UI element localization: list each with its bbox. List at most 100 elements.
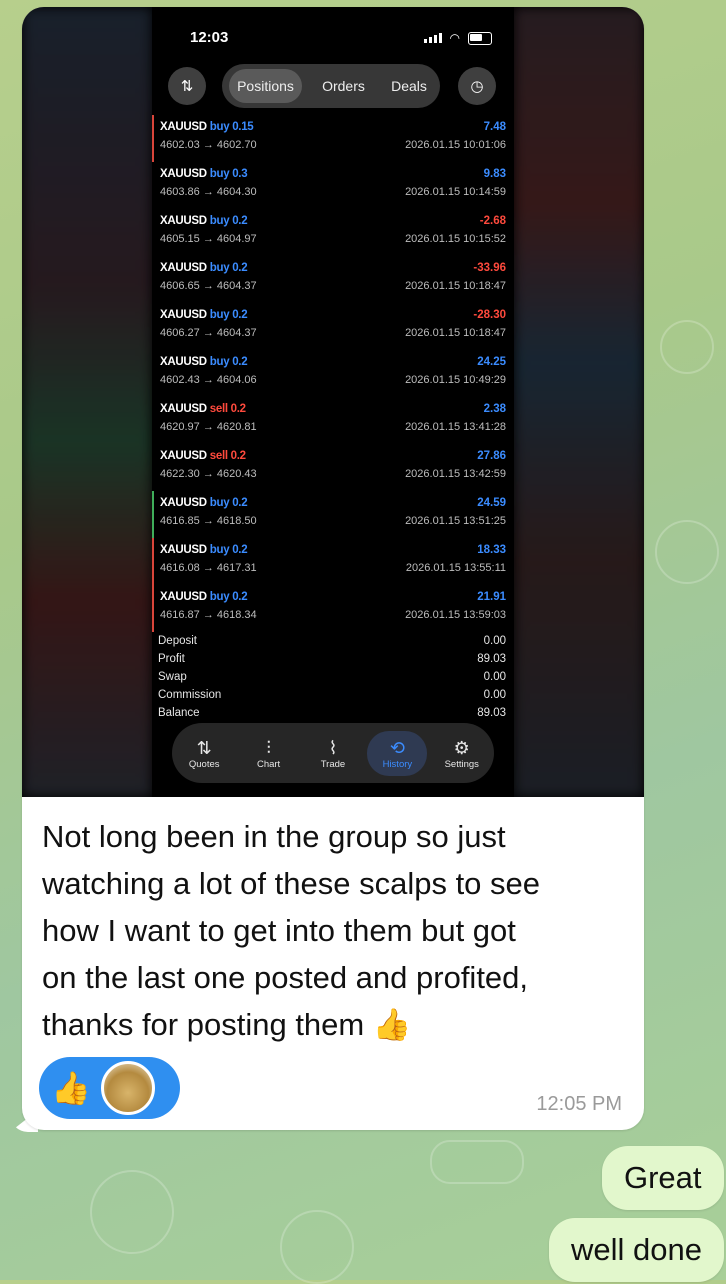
trade-prices: 4620.97 → 4620.81 bbox=[160, 421, 257, 433]
outgoing-message-bubble[interactable]: Great bbox=[602, 1146, 724, 1210]
message-timestamp: 12:05 PM bbox=[536, 1093, 622, 1115]
nav-chart[interactable]: ⫶ Chart bbox=[239, 737, 299, 770]
trade-side: buy 0.3 bbox=[209, 168, 248, 180]
trade-side: buy 0.2 bbox=[209, 497, 248, 509]
status-time: 12:03 bbox=[190, 29, 229, 46]
trade-prices: 4602.43 → 4604.06 bbox=[160, 374, 257, 386]
trade-time: 2026.01.15 13:41:28 bbox=[405, 421, 506, 433]
trade-time: 2026.01.15 13:55:11 bbox=[405, 562, 506, 574]
message-text: Not long been in the group so just watch… bbox=[42, 813, 632, 1048]
tab-orders[interactable]: Orders bbox=[316, 69, 371, 103]
trade-prices: 4616.87 → 4618.34 bbox=[160, 609, 257, 621]
segment-control: Positions Orders Deals bbox=[222, 64, 440, 108]
trade-symbol: XAUUSD buy 0.2 bbox=[160, 215, 248, 227]
nav-label: Quotes bbox=[188, 758, 220, 770]
trade-side: buy 0.2 bbox=[209, 591, 248, 603]
summary-value: 89.03 bbox=[477, 653, 506, 665]
summary-label: Commission bbox=[158, 689, 222, 701]
trade-row[interactable]: XAUUSD sell 0.2 4622.30 → 4620.43 27.86 2026… bbox=[152, 444, 514, 491]
trade-profit: 24.59 bbox=[477, 497, 506, 509]
trade-profit: 9.83 bbox=[483, 168, 506, 180]
trade-row[interactable]: XAUUSD buy 0.2 4606.27 → 4604.37 -28.30 2026… bbox=[152, 303, 514, 350]
trade-profit: -33.96 bbox=[473, 262, 506, 274]
trade-time: 2026.01.15 10:49:29 bbox=[405, 374, 506, 386]
trade-symbol: XAUUSD buy 0.2 bbox=[160, 262, 248, 274]
trade-symbol: XAUUSD buy 0.3 bbox=[160, 168, 248, 180]
trade-side: buy 0.15 bbox=[209, 121, 254, 133]
summary-label: Balance bbox=[158, 707, 200, 719]
wifi-icon: ◠ bbox=[449, 31, 460, 45]
tab-deals[interactable]: Deals bbox=[385, 69, 433, 103]
trade-prices: 4616.08 → 4617.31 bbox=[160, 562, 257, 574]
background-doodle bbox=[90, 1170, 174, 1254]
chart-icon: ⫶ bbox=[266, 737, 271, 758]
trade-row[interactable]: XAUUSD buy 0.2 4616.87 → 4618.34 21.91 2026.… bbox=[152, 585, 514, 632]
clock-icon[interactable]: ◷ bbox=[458, 67, 496, 105]
trade-history-screenshot[interactable]: 12:03 ◠ ⇅ Positions Orders Deals ◷ XAUUS… bbox=[22, 7, 644, 797]
trade-side: buy 0.2 bbox=[209, 544, 248, 556]
trade-side: buy 0.2 bbox=[209, 356, 248, 368]
message-line: on the last one posted and profited, bbox=[42, 960, 529, 995]
nav-label: Trade bbox=[320, 758, 346, 770]
trade-profit: -2.68 bbox=[479, 215, 506, 227]
outgoing-message-text: Great bbox=[624, 1160, 702, 1195]
sort-icon[interactable]: ⇅ bbox=[168, 67, 206, 105]
trade-row[interactable]: XAUUSD buy 0.3 4603.86 → 4604.30 9.83 2026.0… bbox=[152, 162, 514, 209]
trade-row[interactable]: XAUUSD buy 0.2 4616.85 → 4618.50 24.59 2026.… bbox=[152, 491, 514, 538]
reactions-pill[interactable]: 👍 bbox=[39, 1057, 180, 1119]
trade-time: 2026.01.15 13:51:25 bbox=[405, 515, 506, 527]
trade-side: sell 0.2 bbox=[209, 450, 246, 462]
trade-row[interactable]: XAUUSD buy 0.2 4605.15 → 4604.97 -2.68 2026.… bbox=[152, 209, 514, 256]
nav-settings[interactable]: ⚙ Settings bbox=[432, 737, 492, 770]
trade-time: 2026.01.15 13:59:03 bbox=[405, 609, 506, 621]
trade-row[interactable]: XAUUSD buy 0.2 4616.08 → 4617.31 18.33 2026.… bbox=[152, 538, 514, 585]
summary-value: 0.00 bbox=[483, 635, 506, 647]
nav-trade[interactable]: ⌇ Trade bbox=[303, 737, 363, 770]
thumbs-up-reaction: 👍 bbox=[51, 1070, 91, 1106]
trade-profit: 18.33 bbox=[477, 544, 506, 556]
trade-symbol: XAUUSD sell 0.2 bbox=[160, 450, 246, 462]
nav-quotes[interactable]: ⇅ Quotes bbox=[174, 737, 234, 770]
background-doodle bbox=[655, 520, 719, 584]
account-summary: Deposit 0.00 Profit 89.03 Swap 0.00 Commission… bbox=[158, 635, 506, 725]
trade-prices: 4603.86 → 4604.30 bbox=[160, 186, 257, 198]
trade-row[interactable]: XAUUSD sell 0.2 4620.97 → 4620.81 2.38 2026.… bbox=[152, 397, 514, 444]
trade-side: buy 0.2 bbox=[209, 262, 248, 274]
outgoing-message-text: well done bbox=[571, 1232, 702, 1267]
bottom-navigation: ⇅ Quotes ⫶ Chart ⌇ Trade ⟲ History ⚙ Settings bbox=[172, 723, 494, 783]
blurred-background-left bbox=[22, 7, 152, 797]
blurred-background-right bbox=[514, 7, 644, 797]
trade-time: 2026.01.15 10:01:06 bbox=[405, 139, 506, 151]
trade-row[interactable]: XAUUSD buy 0.2 4606.65 → 4604.37 -33.96 2026… bbox=[152, 256, 514, 303]
trade-time: 2026.01.15 10:14:59 bbox=[405, 186, 506, 198]
trade-symbol: XAUUSD buy 0.2 bbox=[160, 591, 248, 603]
summary-row: Swap 0.00 bbox=[158, 671, 506, 689]
summary-label: Deposit bbox=[158, 635, 197, 647]
trade-symbol: XAUUSD buy 0.2 bbox=[160, 309, 248, 321]
battery-icon bbox=[468, 31, 492, 45]
trade-time: 2026.01.15 10:15:52 bbox=[405, 233, 506, 245]
quotes-icon: ⇅ bbox=[196, 737, 212, 758]
summary-value: 0.00 bbox=[483, 671, 506, 683]
trade-prices: 4605.15 → 4604.97 bbox=[160, 233, 257, 245]
tab-positions[interactable]: Positions bbox=[229, 69, 302, 103]
signal-icon bbox=[423, 33, 442, 43]
trade-row[interactable]: XAUUSD buy 0.2 4602.43 → 4604.06 24.25 2026.… bbox=[152, 350, 514, 397]
background-doodle bbox=[430, 1140, 524, 1184]
message-line: how I want to get into them but got bbox=[42, 913, 516, 948]
nav-label: Chart bbox=[256, 758, 281, 770]
trade-profit: 21.91 bbox=[477, 591, 506, 603]
background-doodle bbox=[280, 1210, 354, 1284]
trade-prices: 4602.03 → 4602.70 bbox=[160, 139, 257, 151]
trade-row[interactable]: XAUUSD buy 0.15 4602.03 → 4602.70 7.48 2026.… bbox=[152, 115, 514, 162]
incoming-message-bubble[interactable]: 12:03 ◠ ⇅ Positions Orders Deals ◷ XAUUS… bbox=[22, 7, 644, 1130]
summary-row: Deposit 0.00 bbox=[158, 635, 506, 653]
nav-label: Settings bbox=[444, 758, 479, 770]
trade-list: XAUUSD buy 0.15 4602.03 → 4602.70 7.48 2026.… bbox=[152, 115, 514, 632]
trade-symbol: XAUUSD sell 0.2 bbox=[160, 403, 246, 415]
message-line: Not long been in the group so just bbox=[42, 819, 506, 854]
nav-history[interactable]: ⟲ History bbox=[367, 730, 428, 776]
summary-label: Profit bbox=[158, 653, 185, 665]
outgoing-message-bubble[interactable]: well done bbox=[549, 1218, 724, 1282]
trade-time: 2026.01.15 10:18:47 bbox=[405, 280, 506, 292]
